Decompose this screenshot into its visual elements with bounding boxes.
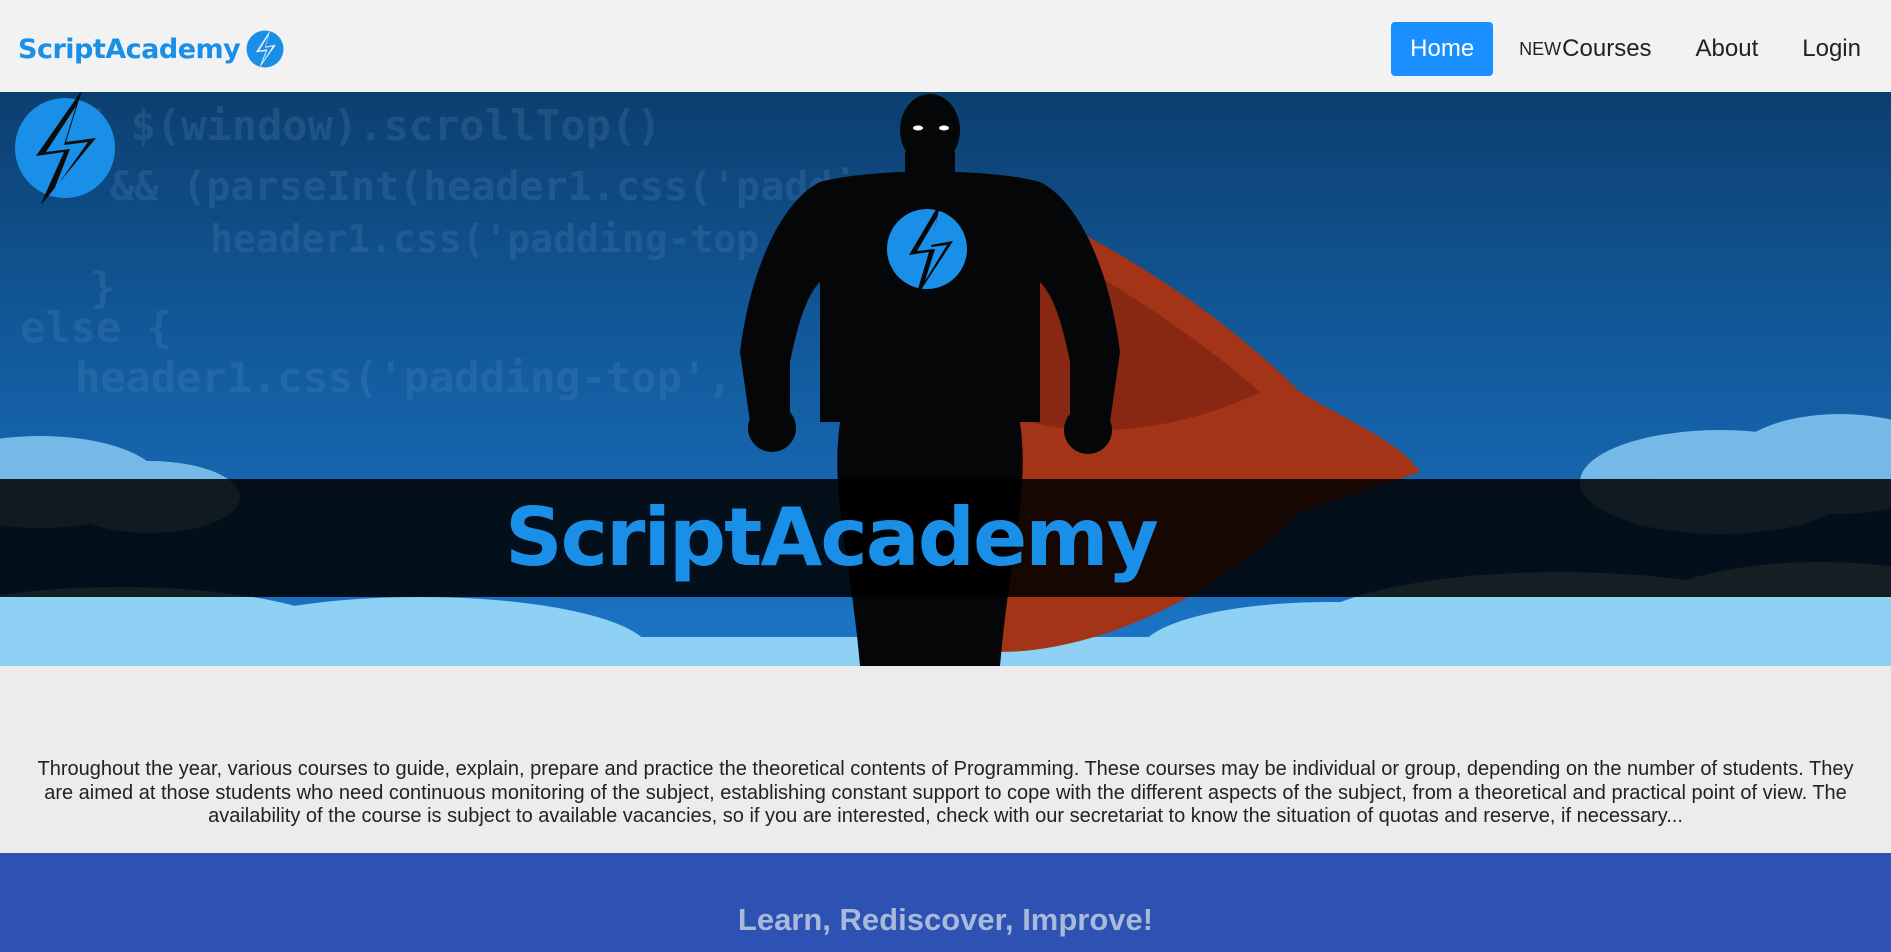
code-line: header1.css('padding-top [210,217,759,261]
tagline: Learn, Rediscover, Improve! [737,902,1154,937]
nav-login[interactable]: Login [1780,22,1883,76]
code-line: { $(window).scrollTop() [80,101,662,150]
hero-title: ScriptAcademy [505,491,1159,584]
new-badge: NEW [1519,38,1562,59]
code-line: else { [20,303,172,352]
nav-courses[interactable]: NEW Courses [1497,22,1673,76]
code-line: header1.css('padding-top', [75,353,732,402]
code-line: && (parseInt(header1.css('paddin [110,164,881,210]
brand-name: ScriptAcademy [18,33,241,65]
intro-paragraph: Throughout the year, various courses to … [37,758,1854,827]
hero-lightning-logo-icon [15,92,115,204]
lightning-logo-icon [246,30,284,69]
hero-banner: { $(window).scrollTop() && (parseInt(hea… [0,92,1891,666]
nav-home[interactable]: Home [1391,22,1494,76]
brand-logo-link[interactable]: ScriptAcademy [18,28,286,70]
navbar: ScriptAcademy Home NEW Courses About Logi… [0,0,1891,92]
nav-about[interactable]: About [1674,22,1781,76]
nav-links: Home NEW Courses About Login [1391,22,1883,76]
nav-courses-label: Courses [1562,35,1652,62]
